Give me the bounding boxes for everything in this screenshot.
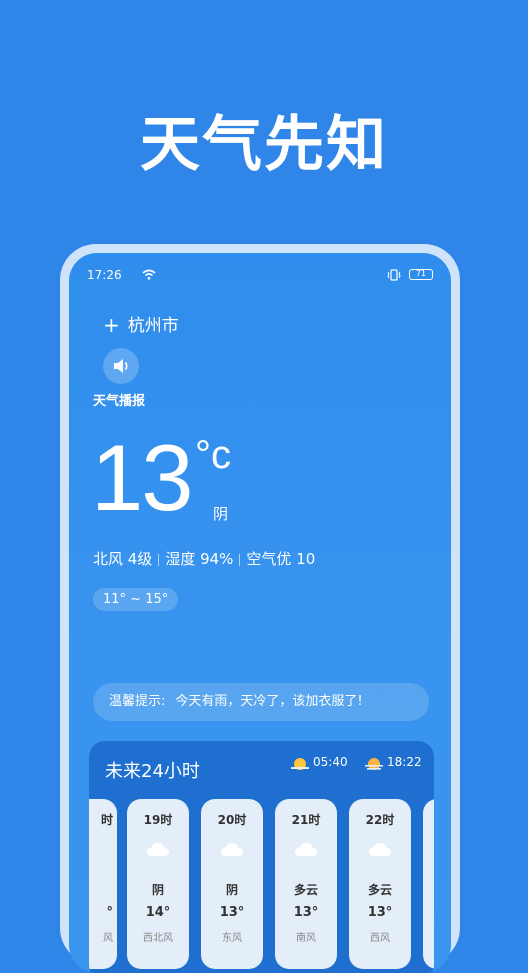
- hour-condition: 阴: [151, 883, 164, 897]
- cloud-icon: [295, 843, 317, 856]
- hour-temp: 13°: [219, 905, 245, 920]
- tip-text: 今天有雨，天冷了，该加衣服了!: [175, 694, 363, 709]
- sunrise: 05:40: [291, 755, 348, 770]
- hour-card[interactable]: [423, 799, 434, 969]
- wifi-icon: [142, 269, 156, 280]
- hour-time: 21时: [291, 813, 321, 827]
- hour-condition: 多云: [367, 883, 392, 897]
- sunset-time: 18:22: [387, 755, 422, 769]
- hour-temp: 13°: [293, 905, 319, 920]
- hour-time: 时: [100, 813, 113, 827]
- hour-time: 19时: [143, 813, 173, 827]
- hero-title: 天气先知: [140, 110, 388, 180]
- hour-card[interactable]: 21时 多云 13° 南风: [275, 799, 337, 969]
- weather-screen: 17:26 71 + 杭州市 天气播报 13 °c 阴 北风 4级 湿度 94%…: [69, 253, 451, 973]
- speaker-icon: [114, 359, 128, 373]
- hour-time: 22时: [365, 813, 395, 827]
- status-bar: 17:26 71: [87, 268, 433, 283]
- humidity-info: 湿度 94%: [165, 550, 234, 568]
- sunset-icon: [365, 757, 383, 770]
- status-time: 17:26: [87, 268, 122, 282]
- hour-card[interactable]: 22时 多云 13° 西风: [349, 799, 411, 969]
- hour-wind: 东风: [222, 933, 242, 944]
- hour-card[interactable]: 20时 阴 13° 东风: [201, 799, 263, 969]
- hour-card[interactable]: 19时 阴 14° 西北风: [127, 799, 189, 969]
- phone-frame: 17:26 71 + 杭州市 天气播报 13 °c 阴 北风 4级 湿度 94%…: [60, 244, 460, 973]
- hour-wind: 风: [103, 933, 113, 944]
- broadcast-button[interactable]: [103, 348, 139, 384]
- hour-card[interactable]: 时 ° 风: [89, 799, 117, 969]
- sunrise-time: 05:40: [313, 755, 348, 769]
- current-temperature: 13: [91, 425, 194, 530]
- add-city-icon[interactable]: +: [103, 313, 120, 337]
- sunset: 18:22: [365, 755, 422, 770]
- divider: [239, 553, 241, 566]
- hour-wind: 西北风: [143, 933, 173, 944]
- hourly-title: 未来24小时: [105, 761, 200, 782]
- air-quality-info: 空气优 10: [246, 550, 316, 568]
- hour-wind: 西风: [370, 933, 390, 944]
- hourly-forecast-card: 未来24小时 05:40 18:22 时 ° 风 19时 阴 14° 西北风 2…: [89, 741, 434, 973]
- cloud-icon: [147, 843, 169, 856]
- temperature-unit: °c: [195, 433, 231, 477]
- cloud-icon: [221, 843, 243, 856]
- temperature-range: 11° ~ 15°: [93, 588, 179, 611]
- wind-info: 北风 4级: [93, 550, 153, 568]
- hour-condition: 阴: [225, 883, 238, 897]
- hour-wind: 南风: [296, 933, 316, 944]
- battery-icon: 71: [409, 269, 433, 280]
- divider: [158, 553, 160, 566]
- tip-banner: 温馨提示: 今天有雨，天冷了，该加衣服了!: [93, 683, 429, 721]
- city-selector[interactable]: + 杭州市: [103, 311, 179, 337]
- cloud-icon: [369, 843, 391, 856]
- hour-temp: °: [106, 905, 114, 920]
- broadcast-label: 天气播报: [93, 394, 146, 409]
- hour-temp: 13°: [367, 905, 393, 920]
- tip-label: 温馨提示:: [109, 694, 166, 709]
- hourly-list[interactable]: 时 ° 风 19时 阴 14° 西北风 20时 阴 13° 东风 21时 多云 …: [89, 799, 434, 969]
- sunrise-icon: [291, 757, 309, 770]
- weather-details: 北风 4级 湿度 94% 空气优 10: [93, 548, 315, 569]
- vibrate-icon: [387, 269, 401, 281]
- city-name: 杭州市: [127, 316, 179, 336]
- hour-condition: 多云: [293, 883, 318, 897]
- hour-time: 20时: [217, 813, 247, 827]
- hour-temp: 14°: [145, 905, 171, 920]
- current-condition: 阴: [213, 505, 229, 523]
